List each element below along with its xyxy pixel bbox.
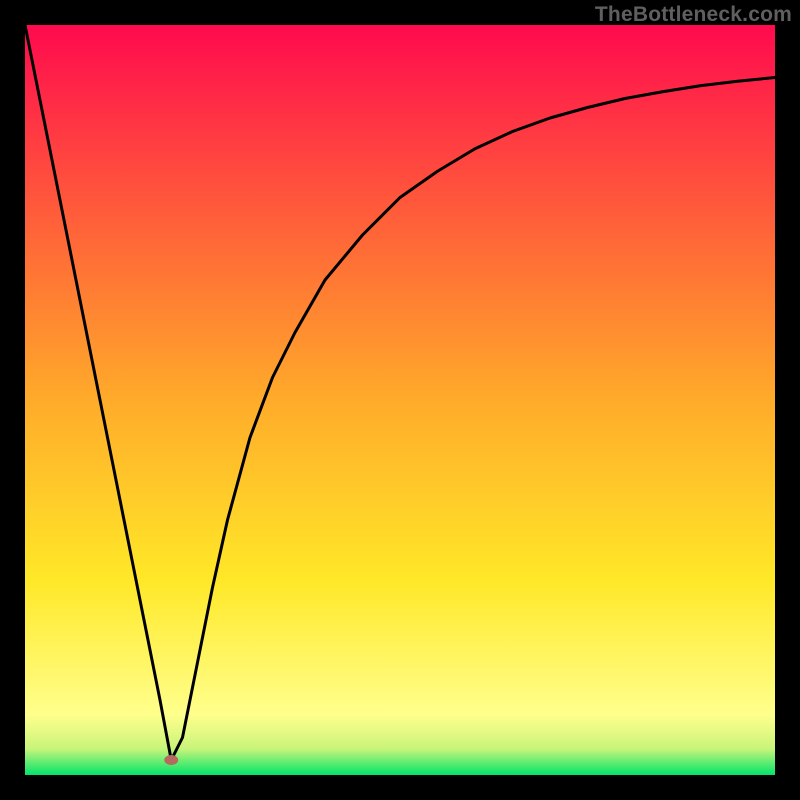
gradient-background	[25, 25, 775, 775]
optimum-marker	[164, 755, 178, 765]
watermark-label: TheBottleneck.com	[595, 3, 792, 27]
plot-svg	[25, 25, 775, 775]
chart-frame: TheBottleneck.com	[0, 0, 800, 800]
plot-area	[25, 25, 775, 775]
